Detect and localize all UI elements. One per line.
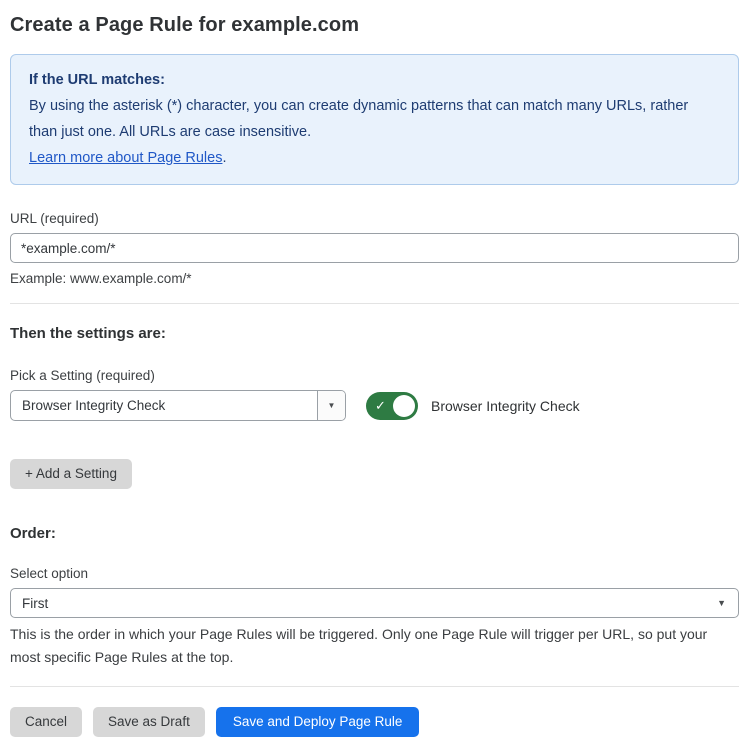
setting-select-value: Browser Integrity Check — [11, 391, 317, 420]
url-example-text: Example: www.example.com/* — [10, 271, 739, 286]
setting-toggle-label: Browser Integrity Check — [431, 398, 580, 414]
add-setting-button[interactable]: + Add a Setting — [10, 459, 132, 489]
order-select-value: First — [11, 596, 717, 611]
toggle-knob — [393, 395, 415, 417]
order-section-heading: Order: — [10, 525, 739, 542]
setting-row: Browser Integrity Check ▼ ✓ Browser Inte… — [10, 390, 739, 421]
url-input[interactable] — [10, 233, 739, 263]
footer-actions: Cancel Save as Draft Save and Deploy Pag… — [10, 707, 739, 737]
info-box-link-line: Learn more about Page Rules. — [29, 145, 720, 171]
setting-picker-label: Pick a Setting (required) — [10, 368, 739, 383]
setting-select-arrow-button[interactable]: ▼ — [317, 391, 345, 420]
order-select[interactable]: First ▼ — [10, 588, 739, 618]
setting-toggle[interactable]: ✓ — [366, 392, 418, 420]
save-and-deploy-button[interactable]: Save and Deploy Page Rule — [216, 707, 420, 737]
create-page-rule-form: Create a Page Rule for example.com If th… — [0, 0, 750, 737]
cancel-button[interactable]: Cancel — [10, 707, 82, 737]
check-icon: ✓ — [375, 398, 386, 414]
chevron-down-icon: ▼ — [328, 401, 336, 410]
save-as-draft-button[interactable]: Save as Draft — [93, 707, 205, 737]
url-field-label: URL (required) — [10, 211, 739, 226]
chevron-down-icon: ▼ — [717, 598, 738, 608]
link-suffix: . — [222, 150, 226, 166]
learn-more-link[interactable]: Learn more about Page Rules — [29, 150, 222, 166]
settings-section-heading: Then the settings are: — [10, 325, 739, 342]
section-divider — [10, 303, 739, 304]
url-match-info-box: If the URL matches: By using the asteris… — [10, 54, 739, 185]
footer-divider — [10, 686, 739, 687]
page-title: Create a Page Rule for example.com — [10, 14, 739, 37]
info-box-heading: If the URL matches: — [29, 67, 720, 93]
info-box-body: By using the asterisk (*) character, you… — [29, 93, 720, 145]
setting-select[interactable]: Browser Integrity Check ▼ — [10, 390, 346, 421]
order-help-text: This is the order in which your Page Rul… — [10, 623, 732, 669]
order-select-label: Select option — [10, 566, 739, 581]
